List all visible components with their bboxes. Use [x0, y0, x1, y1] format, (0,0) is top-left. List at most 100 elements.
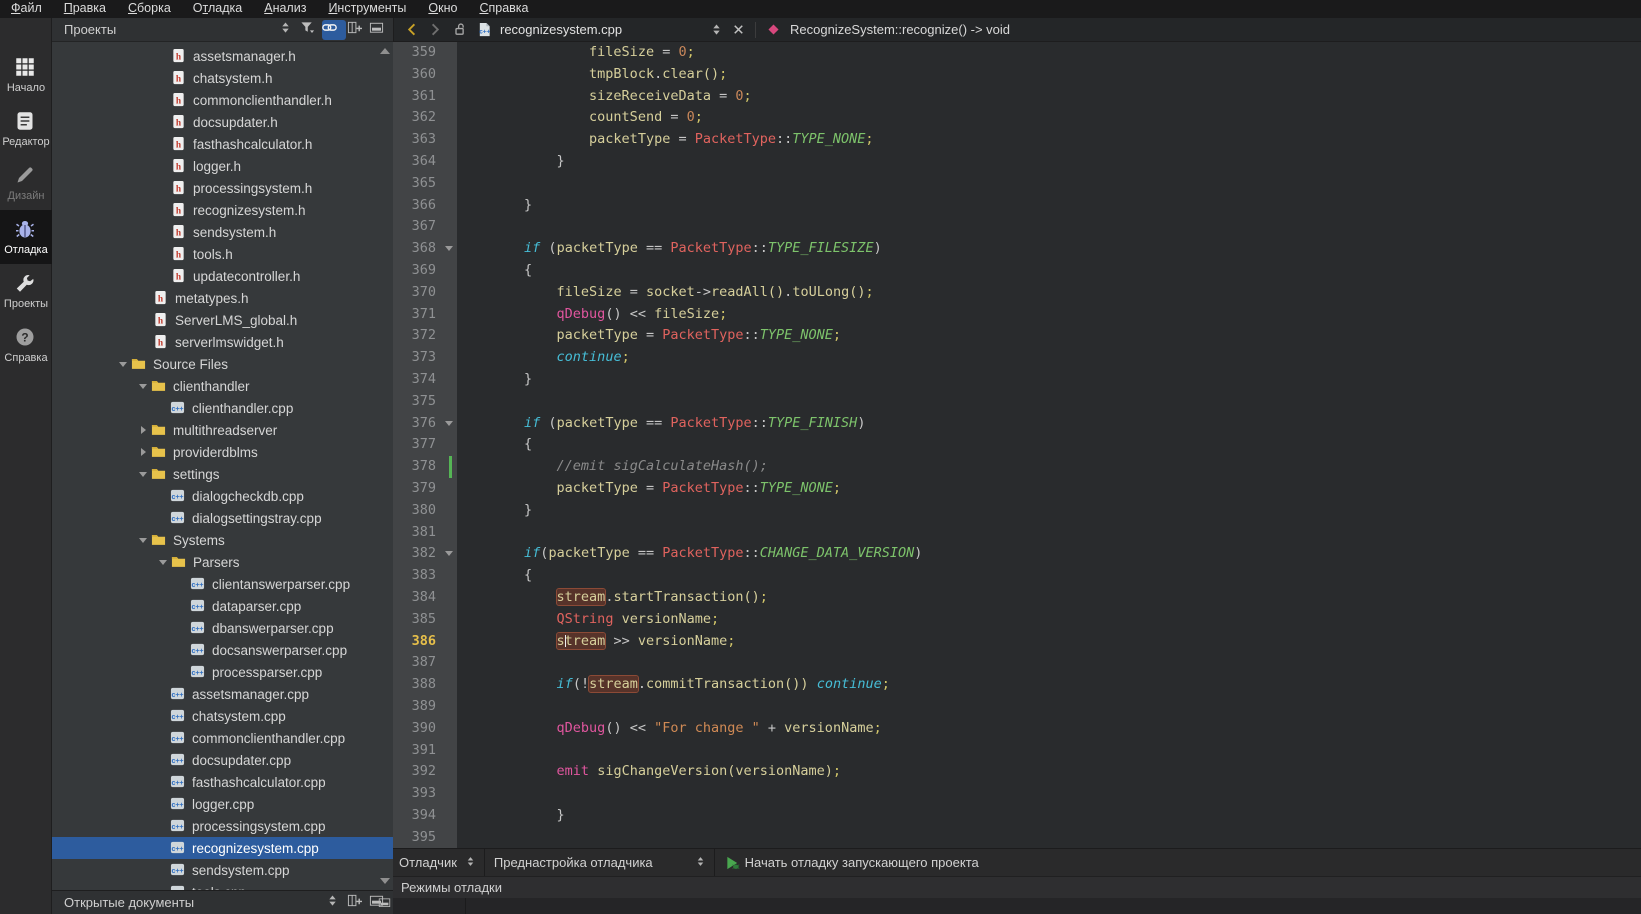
line-number-367[interactable]: 367	[393, 216, 457, 238]
code-editor[interactable]: 359 fileSize = 0;360 tmpBlock.clear(); 36…	[393, 42, 1641, 848]
sidebar-item-mode-welcome[interactable]: Начало	[0, 48, 52, 102]
tree-item-sendsystem-cpp[interactable]: c++sendsystem.cpp	[52, 859, 393, 881]
nav-forward-button[interactable]	[424, 20, 444, 40]
code-line-371[interactable]: 371 qDebug() << fileSize;	[393, 304, 1641, 326]
menu-build[interactable]: Сборка	[117, 0, 182, 18]
sort-combo-icon[interactable]	[278, 20, 299, 40]
menu-analyze[interactable]: Анализ	[253, 0, 317, 18]
expand-arrow-icon[interactable]	[135, 472, 151, 477]
code-text[interactable]: countSend = 0;	[457, 107, 703, 129]
line-number-380[interactable]: 380	[393, 500, 457, 522]
code-text[interactable]: {	[457, 565, 532, 587]
code-text[interactable]: //emit sigCalculateHash();	[457, 456, 768, 478]
code-text[interactable]: QString versionName;	[457, 609, 719, 631]
tree-item-sendsystem-h[interactable]: hsendsystem.h	[52, 221, 393, 243]
code-line-360[interactable]: 360 tmpBlock.clear();	[393, 64, 1641, 86]
tree-item-clienthandler-cpp[interactable]: c++clienthandler.cpp	[52, 397, 393, 419]
line-number-379[interactable]: 379	[393, 478, 457, 500]
code-text[interactable]: }	[457, 151, 565, 173]
line-number-363[interactable]: 363	[393, 129, 457, 151]
code-text[interactable]: fileSize = socket->readAll().toULong();	[457, 282, 874, 304]
line-number-378[interactable]: 378	[393, 456, 457, 478]
line-number-388[interactable]: 388	[393, 674, 457, 696]
line-number-372[interactable]: 372	[393, 325, 457, 347]
tree-item-dbanswerparser-cpp[interactable]: c++dbanswerparser.cpp	[52, 617, 393, 639]
code-line-393[interactable]: 393	[393, 783, 1641, 805]
tree-item-tools-h[interactable]: htools.h	[52, 243, 393, 265]
code-line-364[interactable]: 364 }	[393, 151, 1641, 173]
line-number-385[interactable]: 385	[393, 609, 457, 631]
code-line-386[interactable]: 386 stream >> versionName;	[393, 631, 1641, 653]
code-text[interactable]: continue;	[457, 347, 630, 369]
nav-back-button[interactable]	[402, 20, 422, 40]
line-number-389[interactable]: 389	[393, 696, 457, 718]
tree-item-logger-cpp[interactable]: c++logger.cpp	[52, 793, 393, 815]
split-icon[interactable]	[347, 20, 368, 40]
code-text[interactable]	[457, 173, 459, 195]
code-text[interactable]: }	[457, 195, 532, 217]
sidebar-item-mode-design[interactable]: Дизайн	[0, 156, 52, 210]
line-number-386[interactable]: 386	[393, 631, 457, 653]
code-text[interactable]	[457, 783, 459, 805]
code-text[interactable]: }	[457, 805, 565, 827]
code-line-359[interactable]: 359 fileSize = 0;	[393, 42, 1641, 64]
code-text[interactable]: emit sigChangeVersion(versionName);	[457, 761, 841, 783]
line-number-391[interactable]: 391	[393, 740, 457, 762]
sort-combo-icon[interactable]	[325, 893, 346, 913]
line-number-373[interactable]: 373	[393, 347, 457, 369]
code-line-380[interactable]: 380 }	[393, 500, 1641, 522]
code-text[interactable]: {	[457, 260, 532, 282]
code-text[interactable]: if (packetType == PacketType::TYPE_FILES…	[457, 238, 882, 260]
code-line-391[interactable]: 391	[393, 740, 1641, 762]
tree-item-chatsystem-cpp[interactable]: c++chatsystem.cpp	[52, 705, 393, 727]
open-file-selector[interactable]: recognizesystem.cpp	[500, 22, 706, 37]
line-number-390[interactable]: 390	[393, 718, 457, 740]
code-line-377[interactable]: 377 {	[393, 434, 1641, 456]
code-line-392[interactable]: 392 emit sigChangeVersion(versionName);	[393, 761, 1641, 783]
line-number-377[interactable]: 377	[393, 434, 457, 456]
debugger-combo-button[interactable]	[463, 854, 481, 872]
code-text[interactable]: packetType = PacketType::TYPE_NONE;	[457, 325, 841, 347]
line-number-387[interactable]: 387	[393, 652, 457, 674]
filter-icon[interactable]	[300, 20, 321, 40]
tree-item-docsupdater-h[interactable]: hdocsupdater.h	[52, 111, 393, 133]
open-documents-title[interactable]: Открытые документы	[52, 895, 325, 910]
code-line-389[interactable]: 389	[393, 696, 1641, 718]
line-number-362[interactable]: 362	[393, 107, 457, 129]
tree-item-docsupdater-cpp[interactable]: c++docsupdater.cpp	[52, 749, 393, 771]
expand-arrow-icon[interactable]	[135, 384, 151, 389]
tree-item-commonclienthandler-cpp[interactable]: c++commonclienthandler.cpp	[52, 727, 393, 749]
code-text[interactable]: fileSize = 0;	[457, 42, 695, 64]
code-text[interactable]: qDebug() << fileSize;	[457, 304, 727, 326]
scroll-up-icon[interactable]	[380, 48, 390, 54]
tree-item-settings[interactable]: settings	[52, 463, 393, 485]
tree-item-recognizesystem-h[interactable]: hrecognizesystem.h	[52, 199, 393, 221]
code-line-370[interactable]: 370 fileSize = socket->readAll().toULong…	[393, 282, 1641, 304]
line-number-392[interactable]: 392	[393, 761, 457, 783]
debugger-preset-combo-label[interactable]: Преднастройка отладчика	[488, 855, 659, 870]
code-line-382[interactable]: 382 if(packetType == PacketType::CHANGE_…	[393, 543, 1641, 565]
code-line-381[interactable]: 381	[393, 522, 1641, 544]
code-line-388[interactable]: 388 if(!stream.commitTransaction()) cont…	[393, 674, 1641, 696]
debugger-combo-label[interactable]: Отладчик	[393, 855, 463, 870]
code-text[interactable]: stream.startTransaction();	[457, 587, 768, 609]
code-text[interactable]: qDebug() << "For change " + versionName;	[457, 718, 882, 740]
file-combo-button[interactable]	[706, 20, 726, 40]
scroll-down-icon[interactable]	[380, 878, 390, 884]
code-line-367[interactable]: 367	[393, 216, 1641, 238]
code-line-374[interactable]: 374 }	[393, 369, 1641, 391]
tree-item-updatecontroller-h[interactable]: hupdatecontroller.h	[52, 265, 393, 287]
code-text[interactable]: tmpBlock.clear();	[457, 64, 727, 86]
tree-item-parsers[interactable]: Parsers	[52, 551, 393, 573]
expand-arrow-icon[interactable]	[155, 560, 171, 565]
code-line-387[interactable]: 387	[393, 652, 1641, 674]
code-text[interactable]: }	[457, 369, 532, 391]
line-number-366[interactable]: 366	[393, 195, 457, 217]
code-line-369[interactable]: 369 {	[393, 260, 1641, 282]
code-line-385[interactable]: 385 QString versionName;	[393, 609, 1641, 631]
code-line-394[interactable]: 394 }	[393, 805, 1641, 827]
sidebar-item-mode-debug[interactable]: Отладка	[0, 210, 52, 264]
sidebar-item-mode-help[interactable]: ?Справка	[0, 318, 52, 372]
projects-panel-title[interactable]: Проекты	[52, 22, 278, 37]
code-text[interactable]: sizeReceiveData = 0;	[457, 86, 752, 108]
